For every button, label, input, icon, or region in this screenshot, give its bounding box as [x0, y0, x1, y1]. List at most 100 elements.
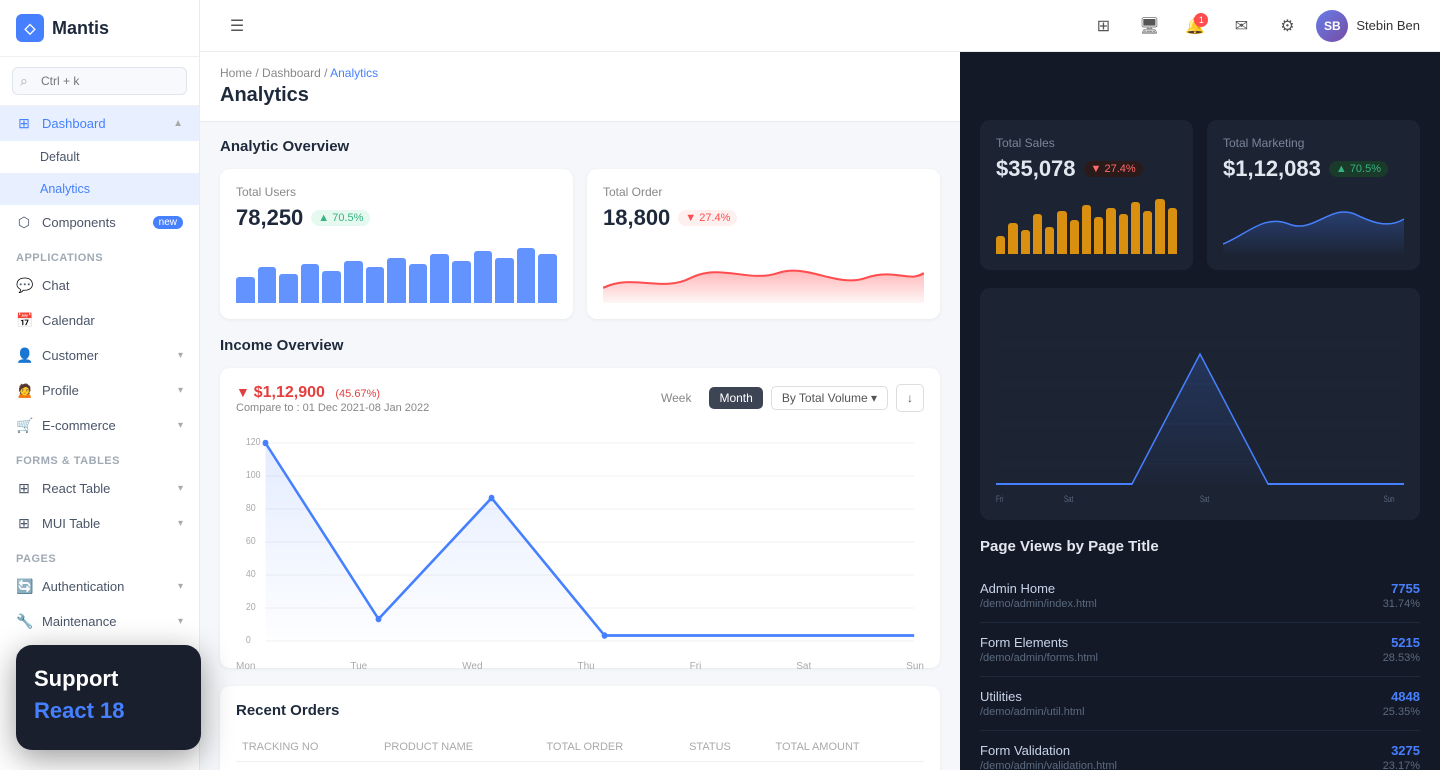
apps-button[interactable]: ⊞	[1086, 9, 1120, 43]
orders-table: TRACKING NO PRODUCT NAME TOTAL ORDER STA…	[236, 733, 924, 762]
bar	[517, 248, 536, 303]
sidebar-item-label: React Table	[42, 481, 168, 496]
svg-text:40: 40	[246, 569, 256, 580]
ecommerce-icon: 🛒	[16, 417, 32, 434]
settings-button[interactable]: ⚙	[1270, 9, 1304, 43]
chat-icon: 💬	[16, 277, 32, 294]
stat-value-row: 78,250 ▲ 70.5%	[236, 205, 557, 231]
bar	[344, 261, 363, 303]
sidebar-item-calendar[interactable]: 📅 Calendar	[0, 303, 199, 338]
notifications-button[interactable]: 🔔 1	[1178, 9, 1212, 43]
download-button[interactable]: ↓	[896, 384, 924, 412]
breadcrumb-dashboard[interactable]: Dashboard	[262, 66, 321, 80]
pv-name: Form Validation	[980, 743, 1117, 758]
pv-url: /demo/admin/forms.html	[980, 652, 1098, 664]
sidebar-item-label: Chat	[42, 278, 183, 293]
support-popup[interactable]: Support React 18	[16, 645, 201, 750]
x-label-sat: Sat	[796, 661, 811, 672]
sidebar-item-chat[interactable]: 💬 Chat	[0, 268, 199, 303]
section-label-pages: Pages	[0, 541, 199, 569]
by-total-volume-select[interactable]: By Total Volume ▾	[771, 386, 888, 410]
chevron-down-icon: ▾	[178, 350, 183, 361]
pv-count: 4848	[1383, 689, 1420, 704]
bar	[1021, 230, 1030, 254]
pv-pct: 31.74%	[1383, 598, 1420, 610]
sidebar-item-label: Calendar	[42, 313, 183, 328]
sidebar-item-components[interactable]: ⬡ Components new	[0, 205, 199, 240]
pv-name: Admin Home	[980, 581, 1097, 596]
dark-stat-value: $35,078	[996, 156, 1076, 182]
dark-stat-card-marketing: Total Marketing $1,12,083 ▲ 70.5%	[1207, 120, 1420, 270]
display-icon: 🖥	[1139, 16, 1159, 36]
month-button[interactable]: Month	[709, 387, 762, 409]
stat-label: Total Order	[603, 185, 924, 199]
sidebar-item-customer[interactable]: 👤 Customer ▾	[0, 338, 199, 373]
sidebar-item-dashboard[interactable]: ⊞ Dashboard ▲	[0, 106, 199, 141]
dark-stat-cards-grid: Total Sales $35,078 ▼ 27.4% Total Market…	[980, 120, 1420, 270]
sidebar-item-label: E-commerce	[42, 418, 168, 433]
svg-text:Sun: Sun	[1384, 494, 1395, 504]
recent-orders-title: Recent Orders	[236, 702, 924, 719]
income-value: $1,12,900	[254, 384, 325, 401]
svg-text:0: 0	[246, 635, 251, 646]
breadcrumb-current: Analytics	[330, 66, 378, 80]
avatar: SB	[1316, 10, 1348, 42]
sidebar-item-label: Analytics	[40, 182, 183, 196]
gear-icon: ⚙	[1280, 16, 1294, 36]
chevron-down-icon: ▾	[178, 483, 183, 494]
sidebar-item-react-table[interactable]: ⊞ React Table ▾	[0, 471, 199, 506]
bar	[236, 277, 255, 303]
x-label-thu: Thu	[577, 661, 594, 672]
hamburger-icon: ☰	[230, 16, 244, 36]
sidebar-item-analytics[interactable]: Analytics	[0, 173, 199, 205]
chevron-down-icon: ▾	[178, 420, 183, 431]
content-area: Home / Dashboard / Analytics Analytics A…	[200, 52, 1440, 770]
income-arrow: ▼	[236, 384, 254, 400]
logo-icon: ◇	[16, 14, 44, 42]
user-avatar-button[interactable]: SB Stebin Ben	[1316, 10, 1420, 42]
col-total-order: TOTAL ORDER	[540, 733, 683, 762]
sidebar-item-profile[interactable]: 🙍 Profile ▾	[0, 373, 199, 408]
bar	[409, 264, 428, 303]
bar	[1045, 227, 1054, 255]
chevron-down-icon: ▾	[178, 518, 183, 529]
pv-url: /demo/admin/util.html	[980, 706, 1085, 718]
search-input[interactable]	[12, 67, 187, 95]
bar	[430, 254, 449, 303]
bar	[474, 251, 493, 303]
stat-badge-up: ▲ 70.5%	[311, 210, 370, 226]
bar	[1143, 211, 1152, 254]
week-button[interactable]: Week	[651, 387, 701, 409]
messages-button[interactable]: ✉	[1224, 9, 1258, 43]
svg-text:60: 60	[246, 536, 256, 547]
menu-toggle-button[interactable]: ☰	[220, 9, 254, 43]
sidebar-item-label: Customer	[42, 348, 168, 363]
page-views-section: Page Views by Page Title Admin Home /dem…	[980, 538, 1420, 770]
app-logo[interactable]: ◇ Mantis	[0, 0, 199, 57]
sidebar-search-area	[0, 57, 199, 106]
user-name: Stebin Ben	[1356, 18, 1420, 33]
x-label-wed: Wed	[462, 661, 482, 672]
support-text-line1: Support	[34, 665, 183, 694]
bar	[1082, 205, 1091, 254]
screen-button[interactable]: 🖥	[1132, 9, 1166, 43]
stat-card-total-order: Total Order 18,800 ▼ 27.4%	[587, 169, 940, 319]
svg-text:Sat: Sat	[1064, 494, 1074, 504]
sidebar-item-maintenance[interactable]: 🔧 Maintenance ▾	[0, 604, 199, 639]
breadcrumb-home[interactable]: Home	[220, 66, 252, 80]
bar	[1155, 199, 1164, 254]
income-toggle-row: Week Month By Total Volume ▾ ↓	[651, 384, 924, 412]
section-label-applications: Applications	[0, 240, 199, 268]
dark-stat-card-sales: Total Sales $35,078 ▼ 27.4%	[980, 120, 1193, 270]
sidebar-item-ecommerce[interactable]: 🛒 E-commerce ▾	[0, 408, 199, 443]
dashboard-icon: ⊞	[16, 115, 32, 132]
bar	[495, 258, 514, 303]
analytic-overview-title: Analytic Overview	[220, 138, 940, 155]
sidebar-item-label: Components	[42, 215, 143, 230]
bar	[258, 267, 277, 303]
sidebar-item-mui-table[interactable]: ⊞ MUI Table ▾	[0, 506, 199, 541]
dark-area-chart	[1223, 194, 1404, 254]
sidebar-item-default[interactable]: Default	[0, 141, 199, 173]
sidebar-item-authentication[interactable]: 🔄 Authentication ▾	[0, 569, 199, 604]
bar	[1094, 217, 1103, 254]
